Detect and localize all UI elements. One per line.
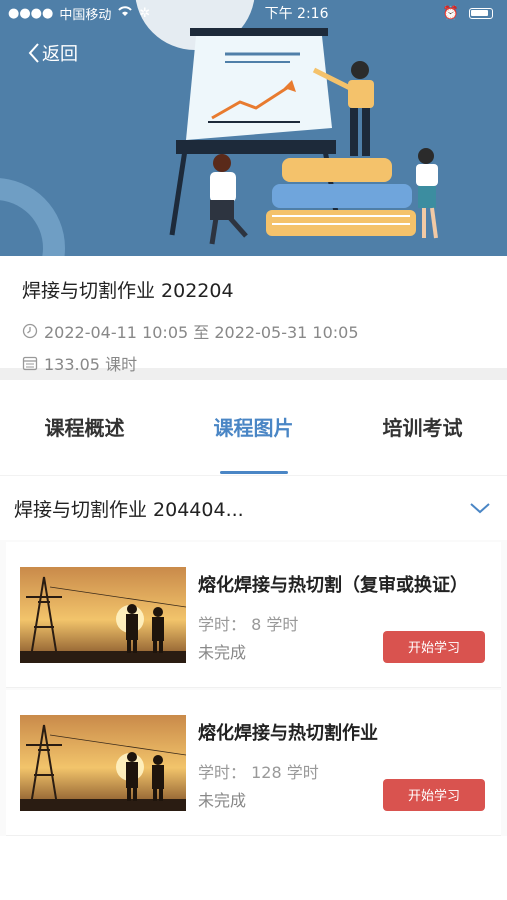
clock-icon	[22, 323, 38, 339]
status-time: 下午 2:16	[264, 6, 329, 22]
course-title: 焊接与切割作业 202204	[22, 280, 234, 302]
wifi-icon	[117, 5, 133, 21]
status-bar: ●●●● 中国移动 ✲ 下午 2:16 ⏰	[0, 0, 507, 26]
presentation-illustration	[0, 0, 438, 256]
course-hours: 133.05 课时	[44, 355, 138, 374]
lesson-thumbnail	[20, 714, 186, 811]
section-dropdown[interactable]: 焊接与切割作业 204404...	[0, 476, 507, 540]
calendar-icon	[22, 356, 38, 371]
course-date-range: 2022-04-11 10:05 至 2022-05-31 10:05	[44, 323, 359, 342]
carrier-label: 中国移动	[59, 7, 112, 23]
start-learning-button[interactable]: 开始学习	[383, 778, 485, 811]
lesson-info: 熔化焊接与热切割作业 学时： 128 学时 未完成 开始学习	[198, 715, 487, 811]
start-learning-button[interactable]: 开始学习	[383, 630, 485, 663]
back-label: 返回	[42, 44, 78, 65]
alarm-icon: ⏰	[442, 5, 459, 21]
lesson-list: 熔化焊接与热切割（复审或换证） 学时： 8 学时 未完成 开始学习 熔化焊接与热…	[0, 540, 507, 836]
lesson-title: 熔化焊接与热切割（复审或换证）	[198, 574, 468, 596]
lesson-info: 熔化焊接与热切割（复审或换证） 学时： 8 学时 未完成 开始学习	[198, 567, 487, 663]
tab-bar: 课程概述 课程图片 培训考试	[0, 380, 507, 476]
battery-icon	[469, 7, 493, 19]
course-info: 焊接与切割作业 202204 2022-04-11 10:05 至 2022-0…	[0, 256, 507, 374]
chevron-left-icon	[28, 43, 39, 63]
loading-icon: ✲	[139, 5, 151, 21]
tab-exam[interactable]: 培训考试	[353, 380, 493, 476]
lesson-thumbnail	[20, 566, 186, 663]
lesson-title: 熔化焊接与热切割作业	[198, 722, 378, 744]
list-item[interactable]: 熔化焊接与热切割（复审或换证） 学时： 8 学时 未完成 开始学习	[6, 542, 501, 688]
chevron-down-icon	[470, 503, 490, 514]
back-button[interactable]: 返回	[28, 40, 78, 66]
list-item[interactable]: 熔化焊接与热切割作业 学时： 128 学时 未完成 开始学习	[6, 690, 501, 836]
course-banner: ●●●● 中国移动 ✲ 下午 2:16 ⏰ 返回	[0, 0, 507, 256]
course-date-row: 2022-04-11 10:05 至 2022-05-31 10:05	[22, 319, 485, 343]
section-selected-label: 焊接与切割作业 204404...	[14, 498, 244, 521]
tab-pictures[interactable]: 课程图片	[184, 380, 324, 476]
signal-icon: ●●●●	[8, 5, 54, 21]
tab-overview[interactable]: 课程概述	[15, 380, 155, 476]
